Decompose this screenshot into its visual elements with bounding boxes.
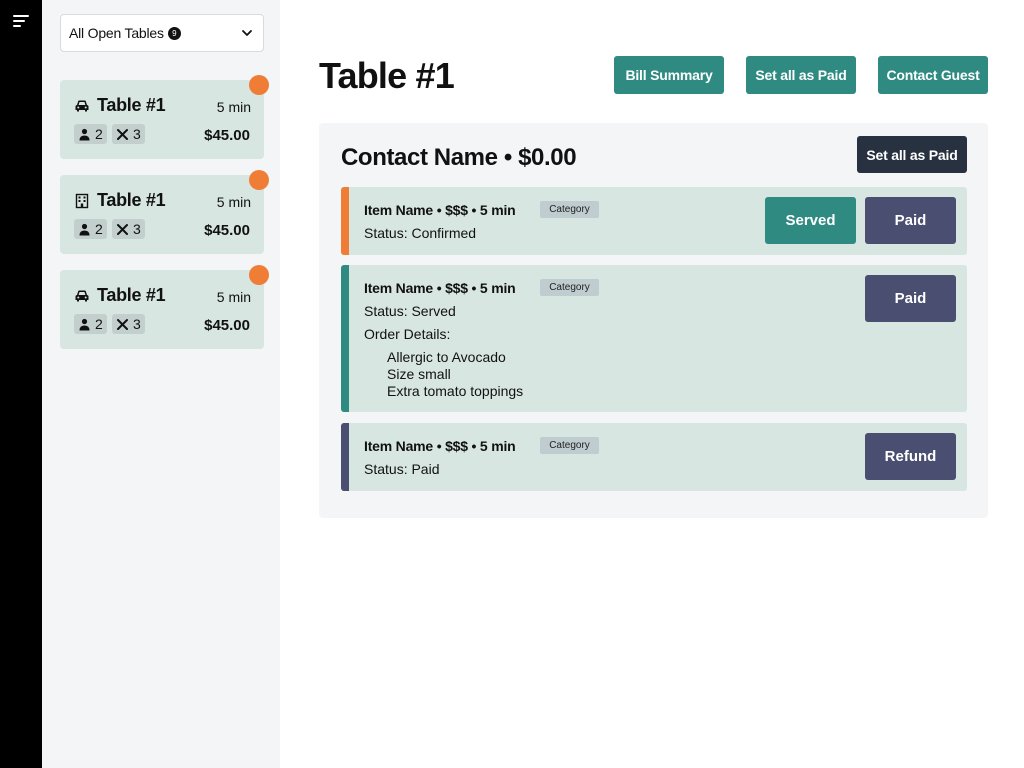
order-item: Item Name • $$$ • 5 min Category Status:… xyxy=(341,265,967,412)
order-item: Item Name • $$$ • 5 min Category Status:… xyxy=(341,423,967,491)
served-button[interactable]: Served xyxy=(765,197,856,244)
order-item: Item Name • $$$ • 5 min Category Status:… xyxy=(341,187,967,255)
table-card[interactable]: Table #1 5 min 2 3 $45.00 xyxy=(60,170,269,254)
table-price: $45.00 xyxy=(204,317,250,334)
table-time: 5 min xyxy=(216,194,251,210)
contact-panel: Contact Name • $0.00 Set all as Paid Ite… xyxy=(319,123,988,518)
order-detail: Allergic to Avocado xyxy=(387,349,506,365)
utensils-icon xyxy=(117,223,128,235)
contact-guest-button[interactable]: Contact Guest xyxy=(878,56,988,94)
table-title: Table #1 xyxy=(97,95,166,115)
category-badge: Category xyxy=(540,201,599,218)
chevron-down-icon xyxy=(242,30,252,36)
left-rail xyxy=(0,0,42,768)
paid-button[interactable]: Paid xyxy=(865,275,956,322)
order-details-label: Order Details: xyxy=(364,326,451,342)
person-icon xyxy=(79,223,90,235)
status-indicator-bar xyxy=(341,265,349,412)
guest-count: 2 xyxy=(95,221,103,237)
item-count: 3 xyxy=(133,221,141,237)
item-count-chip: 3 xyxy=(112,314,145,334)
table-price: $45.00 xyxy=(204,127,250,144)
bill-summary-button[interactable]: Bill Summary xyxy=(614,56,724,94)
car-icon xyxy=(75,100,89,112)
order-details-list: Allergic to Avocado Size small Extra tom… xyxy=(387,349,523,400)
contact-title: Contact Name • $0.00 xyxy=(341,144,577,171)
item-name: Item Name • $$$ • 5 min xyxy=(364,202,516,218)
filter-label: All Open Tables xyxy=(69,25,164,41)
guest-count: 2 xyxy=(95,126,103,142)
person-icon xyxy=(79,318,90,330)
guest-count: 2 xyxy=(95,316,103,332)
contact-set-all-paid-button[interactable]: Set all as Paid xyxy=(857,136,967,173)
page-title: Table #1 xyxy=(319,55,455,96)
item-count: 3 xyxy=(133,316,141,332)
table-filter-select[interactable]: All Open Tables 9 xyxy=(60,14,264,52)
refund-button[interactable]: Refund xyxy=(865,433,956,480)
table-card[interactable]: Table #1 5 min 2 3 $45.00 xyxy=(60,75,269,159)
paid-button[interactable]: Paid xyxy=(865,197,956,244)
item-name: Item Name • $$$ • 5 min xyxy=(364,438,516,454)
menu-icon[interactable] xyxy=(13,14,31,28)
item-name: Item Name • $$$ • 5 min xyxy=(364,280,516,296)
notification-dot xyxy=(249,170,269,190)
status-indicator-bar xyxy=(341,423,349,491)
order-detail: Size small xyxy=(387,366,451,382)
item-status: Status: Paid xyxy=(364,461,440,477)
table-title: Table #1 xyxy=(97,285,166,305)
item-status: Status: Served xyxy=(364,303,456,319)
guest-count-chip: 2 xyxy=(74,314,107,334)
category-badge: Category xyxy=(540,279,599,296)
item-count-chip: 3 xyxy=(112,219,145,239)
guest-count-chip: 2 xyxy=(74,219,107,239)
table-title: Table #1 xyxy=(97,190,166,210)
set-all-paid-button[interactable]: Set all as Paid xyxy=(746,56,856,94)
item-count: 3 xyxy=(133,126,141,142)
car-icon xyxy=(75,290,89,302)
category-badge: Category xyxy=(540,437,599,454)
utensils-icon xyxy=(117,128,128,140)
table-price: $45.00 xyxy=(204,222,250,239)
table-time: 5 min xyxy=(216,99,251,115)
person-icon xyxy=(79,128,90,140)
utensils-icon xyxy=(117,318,128,330)
notification-dot xyxy=(249,75,269,95)
table-card[interactable]: Table #1 5 min 2 3 $45.00 xyxy=(60,265,269,349)
status-indicator-bar xyxy=(341,187,349,255)
order-detail: Extra tomato toppings xyxy=(387,383,524,399)
item-status: Status: Confirmed xyxy=(364,225,477,241)
item-count-chip: 3 xyxy=(112,124,145,144)
sidebar: All Open Tables 9 Table #1 5 min 2 3 $45… xyxy=(42,0,280,768)
building-icon xyxy=(75,193,89,209)
guest-count-chip: 2 xyxy=(74,124,107,144)
notification-dot xyxy=(249,265,269,285)
table-time: 5 min xyxy=(216,289,251,305)
filter-count-badge: 9 xyxy=(167,26,181,40)
